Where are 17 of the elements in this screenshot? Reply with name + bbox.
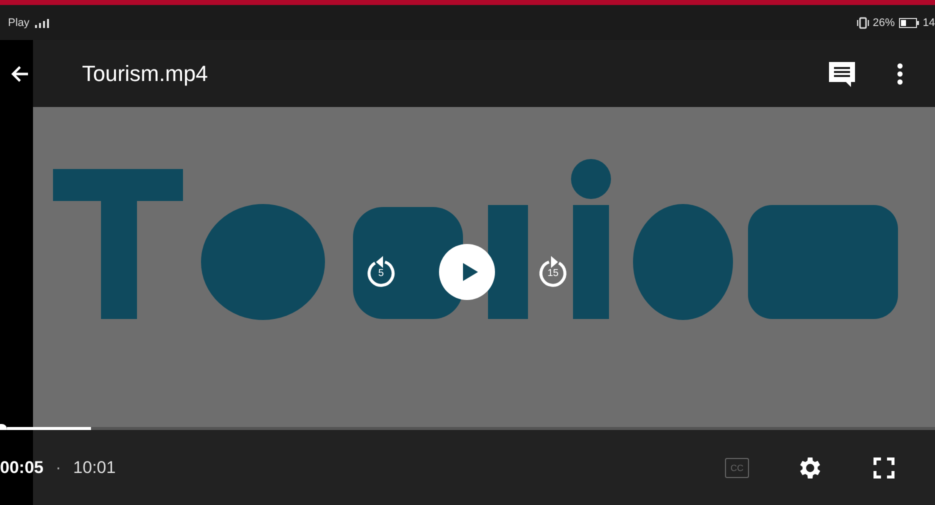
- elapsed-time: 00:05: [0, 458, 44, 478]
- clock: 14: [922, 16, 935, 28]
- comment-icon[interactable]: [827, 60, 857, 88]
- fullscreen-icon[interactable]: [873, 456, 895, 478]
- carrier-name: Play: [8, 16, 30, 28]
- vibrate-icon: [856, 16, 869, 28]
- progress-track[interactable]: [7, 427, 935, 430]
- battery-percent: 26%: [872, 16, 895, 28]
- more-options-icon[interactable]: [897, 62, 903, 84]
- forward-button[interactable]: 15: [535, 254, 571, 290]
- signal-icon: [33, 18, 50, 28]
- duration-time: 10:01: [73, 458, 116, 478]
- time-separator: ·: [55, 458, 62, 478]
- battery-icon: [898, 18, 919, 28]
- rewind-button[interactable]: 5: [363, 254, 399, 290]
- video-title: Tourism.mp4: [82, 60, 209, 86]
- captions-button[interactable]: CC: [725, 458, 749, 478]
